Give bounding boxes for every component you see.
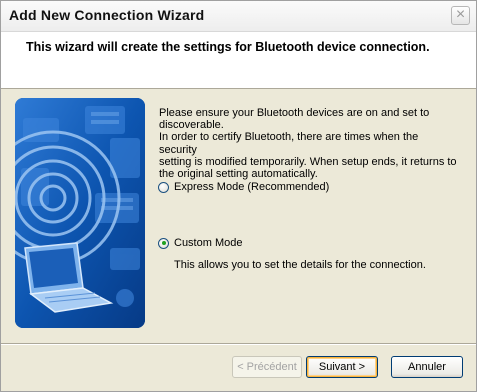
description-line: In order to certify Bluetooth, there are…	[159, 131, 419, 156]
close-button[interactable]: ×	[451, 6, 470, 25]
description-line: the original setting automatically.	[159, 168, 318, 181]
header-text: This wizard will create the settings for…	[26, 40, 430, 54]
footer-separator	[1, 343, 476, 345]
express-mode-option[interactable]: Express Mode (Recommended)	[158, 180, 329, 194]
next-button[interactable]: Suivant >	[306, 356, 378, 378]
window-title: Add New Connection Wizard	[9, 7, 205, 23]
wizard-description: Please ensure your Bluetooth devices are…	[159, 107, 459, 180]
back-button[interactable]: < Précédent	[232, 356, 302, 378]
title-bar[interactable]: Add New Connection Wizard ×	[1, 1, 476, 32]
bluetooth-illustration	[15, 98, 145, 328]
wizard-header: This wizard will create the settings for…	[1, 32, 476, 89]
close-icon: ×	[455, 6, 466, 23]
cancel-button[interactable]: Annuler	[391, 356, 463, 378]
description-line: Please ensure your Bluetooth devices are…	[159, 107, 430, 119]
custom-mode-description: This allows you to set the details for t…	[174, 259, 426, 271]
custom-mode-radio[interactable]	[158, 237, 169, 249]
description-line: discoverable.	[159, 119, 224, 132]
custom-mode-option[interactable]: Custom Mode	[158, 236, 242, 250]
bluetooth-waves-illustration	[15, 98, 145, 328]
description-line: setting is modified temporarily. When se…	[159, 155, 457, 168]
express-mode-label[interactable]: Express Mode (Recommended)	[174, 181, 329, 193]
custom-mode-label[interactable]: Custom Mode	[174, 237, 242, 249]
wizard-window: Add New Connection Wizard × This wizard …	[0, 0, 477, 392]
express-mode-radio[interactable]	[158, 181, 169, 193]
